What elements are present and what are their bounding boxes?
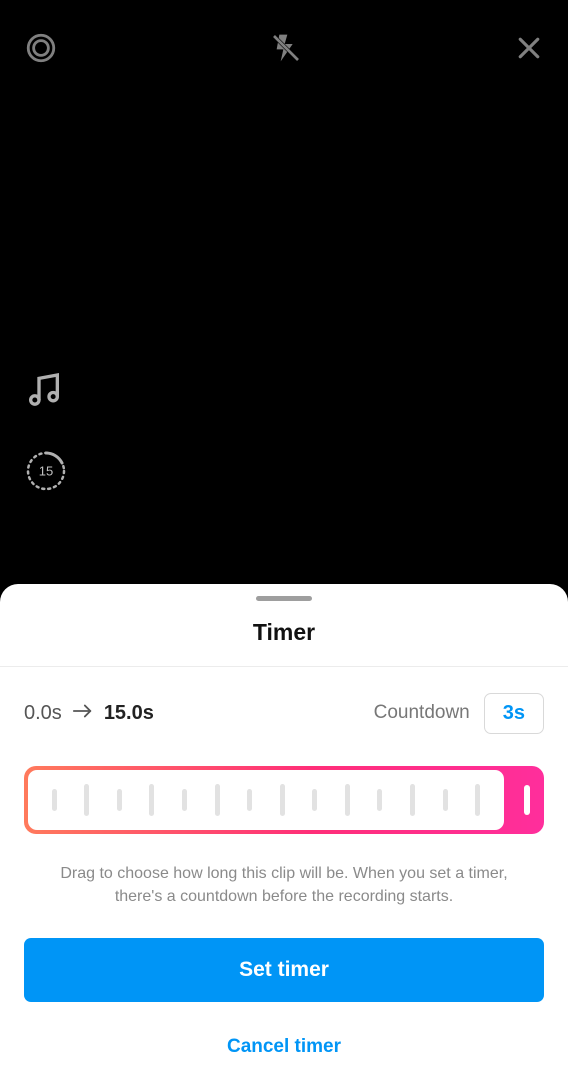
set-timer-button[interactable]: Set timer — [24, 938, 544, 1002]
timer-hint: Drag to choose how long this clip will b… — [0, 862, 568, 908]
top-bar — [0, 22, 568, 78]
music-icon[interactable] — [24, 370, 68, 415]
sheet-title: Timer — [0, 619, 568, 667]
side-tools: 15 — [24, 370, 68, 493]
slider-tick — [280, 784, 285, 816]
slider-tick — [475, 784, 480, 816]
slider-handle[interactable] — [524, 785, 530, 815]
slider-tick — [377, 789, 382, 811]
arrow-right-icon — [72, 702, 94, 725]
slider-tick — [84, 784, 89, 816]
countdown-label: Countdown — [374, 702, 470, 724]
range-row: 0.0s 15.0s Countdown 3s — [0, 667, 568, 752]
close-icon[interactable] — [514, 33, 544, 68]
duration-value: 15 — [39, 464, 53, 479]
countdown-group: Countdown 3s — [374, 693, 544, 734]
slider-tick — [247, 789, 252, 811]
flash-off-icon[interactable] — [270, 32, 302, 69]
slider-tick — [52, 789, 57, 811]
timer-sheet: Timer 0.0s 15.0s Countdown 3s — [0, 584, 568, 1080]
settings-icon[interactable] — [24, 31, 58, 70]
slider-tick — [410, 784, 415, 816]
slider-tick — [312, 789, 317, 811]
range-end: 15.0s — [104, 702, 154, 725]
camera-screen: 15 Timer 0.0s 15.0s Countdown 3s — [0, 0, 568, 1080]
duration-slider[interactable] — [24, 766, 544, 834]
slider-tick — [182, 789, 187, 811]
slider-tick — [117, 789, 122, 811]
slider-tick — [443, 789, 448, 811]
countdown-selector[interactable]: 3s — [484, 693, 544, 734]
range-values: 0.0s 15.0s — [24, 702, 154, 725]
range-start: 0.0s — [24, 702, 62, 725]
slider-tick — [215, 784, 220, 816]
cancel-timer-button[interactable]: Cancel timer — [227, 1036, 341, 1058]
sheet-grabber[interactable] — [256, 596, 312, 601]
duration-badge[interactable]: 15 — [24, 449, 68, 493]
slider-tick — [345, 784, 350, 816]
slider-tick — [149, 784, 154, 816]
slider-ticks — [28, 770, 504, 830]
